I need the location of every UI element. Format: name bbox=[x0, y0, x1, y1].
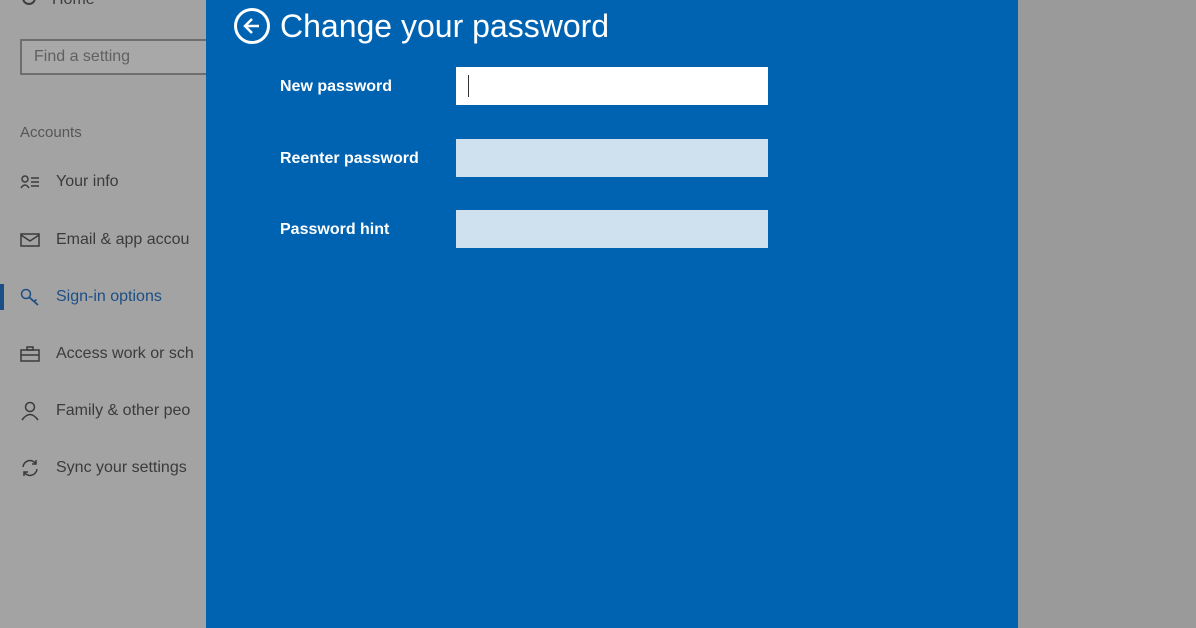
briefcase-icon bbox=[20, 344, 40, 364]
sync-icon bbox=[20, 458, 40, 478]
new-password-input[interactable] bbox=[456, 67, 768, 105]
sidebar-item-label: Sync your settings bbox=[56, 459, 187, 476]
search-input[interactable]: Find a setting bbox=[20, 39, 220, 75]
password-hint-input[interactable] bbox=[456, 210, 768, 248]
sidebar-item-label: Family & other peo bbox=[56, 402, 191, 419]
sidebar-item-access-work[interactable]: Access work or sch bbox=[20, 342, 194, 366]
sidebar-item-email[interactable]: Email & app accou bbox=[20, 228, 189, 252]
arrow-left-icon bbox=[243, 18, 259, 34]
gear-icon bbox=[20, 0, 38, 12]
sidebar-home[interactable]: Home bbox=[20, 0, 95, 12]
person-card-icon bbox=[20, 172, 40, 192]
back-button[interactable] bbox=[234, 8, 270, 44]
settings-sidebar: Home Find a setting Accounts Your info E… bbox=[0, 0, 220, 628]
dialog-title: Change your password bbox=[280, 8, 610, 44]
section-heading: Accounts bbox=[20, 124, 82, 141]
settings-content-background bbox=[1018, 0, 1196, 628]
sidebar-item-label: Access work or sch bbox=[56, 345, 194, 362]
text-caret bbox=[468, 75, 469, 97]
reenter-password-input[interactable] bbox=[456, 139, 768, 177]
key-icon bbox=[20, 287, 40, 307]
sidebar-item-sign-in-options[interactable]: Sign-in options bbox=[20, 285, 162, 309]
sidebar-item-label: Email & app accou bbox=[56, 231, 190, 248]
sidebar-item-family[interactable]: Family & other peo bbox=[20, 399, 190, 423]
sidebar-item-sync[interactable]: Sync your settings bbox=[20, 456, 187, 480]
active-indicator bbox=[0, 284, 4, 310]
reenter-password-label: Reenter password bbox=[280, 150, 419, 167]
sidebar-item-label: Sign-in options bbox=[56, 288, 162, 305]
sidebar-item-your-info[interactable]: Your info bbox=[20, 170, 119, 194]
change-password-dialog: Change your password New password Reente… bbox=[206, 0, 1018, 628]
sidebar-item-label: Your info bbox=[56, 173, 119, 190]
new-password-label: New password bbox=[280, 78, 393, 95]
search-placeholder: Find a setting bbox=[34, 48, 131, 65]
sidebar-home-label: Home bbox=[52, 0, 95, 9]
person-icon bbox=[20, 401, 40, 421]
password-hint-label: Password hint bbox=[280, 221, 390, 238]
mail-icon bbox=[20, 230, 40, 250]
